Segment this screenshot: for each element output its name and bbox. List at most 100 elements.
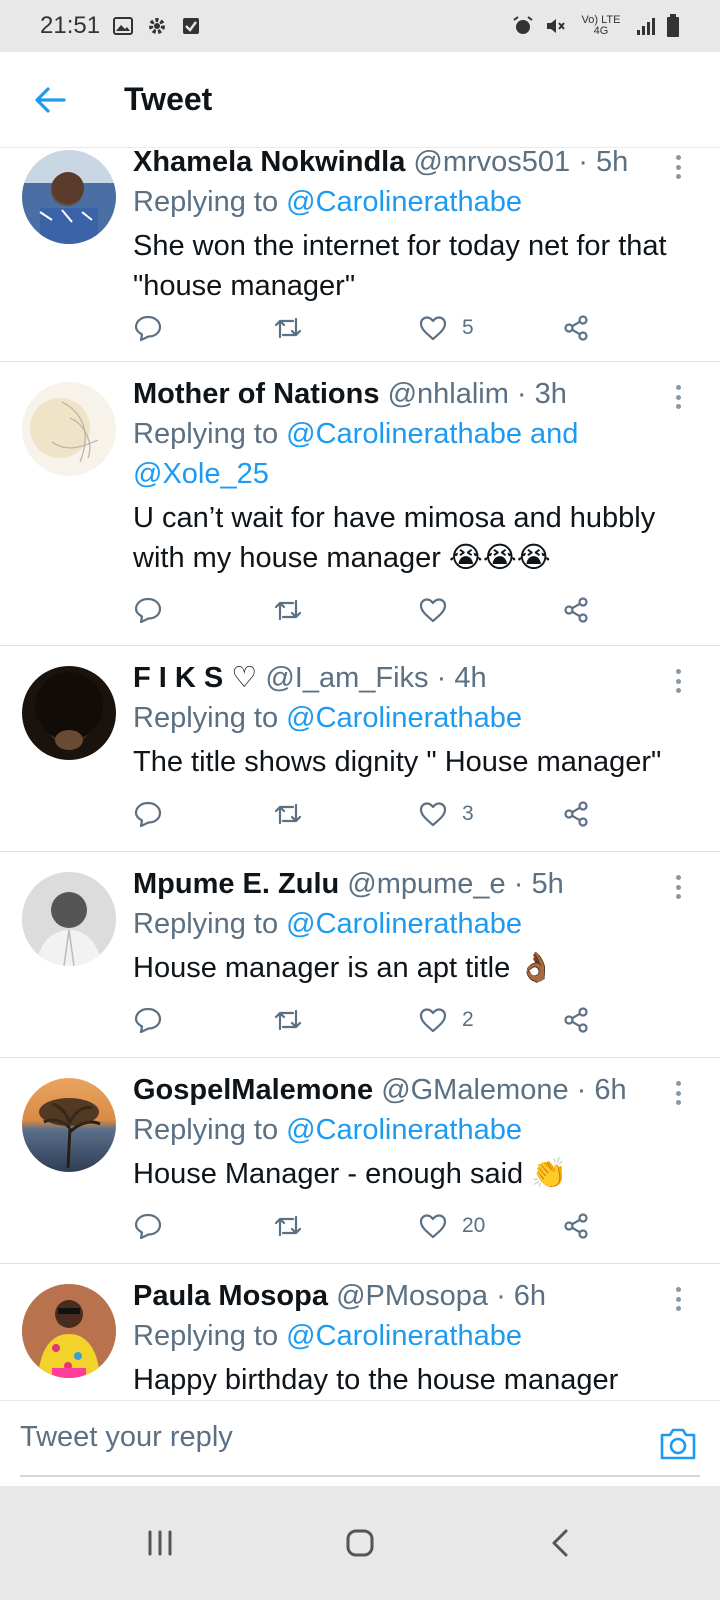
tweet-actions: 5	[133, 308, 613, 348]
author-name[interactable]: Paula Mosopa	[133, 1280, 328, 1312]
reply-button[interactable]	[133, 590, 163, 630]
share-icon	[564, 1007, 588, 1033]
share-icon	[564, 597, 588, 623]
tweet-header: GospelMalemone @GMalemone · 6h	[133, 1070, 700, 1110]
replies-feed[interactable]: Xhamela Nokwindla @mrvos501 · 5h Replyin…	[0, 148, 720, 1428]
author-name[interactable]: GospelMalemone	[133, 1074, 373, 1106]
tweet-item[interactable]: Xhamela Nokwindla @mrvos501 · 5h Replyin…	[0, 148, 720, 362]
tweet-item[interactable]: GospelMalemone @GMalemone · 6h Replying …	[0, 1058, 720, 1264]
like-button[interactable]: 5	[418, 308, 474, 348]
author-name[interactable]: Mpume E. Zulu	[133, 868, 339, 900]
retweet-button[interactable]	[273, 1000, 303, 1040]
share-icon	[564, 315, 588, 341]
like-button[interactable]: 3	[418, 794, 474, 834]
replying-to: Replying to @Carolinerathabe	[133, 1110, 700, 1150]
home-button[interactable]	[330, 1513, 390, 1573]
tweet-more-button[interactable]	[666, 152, 690, 182]
avatar[interactable]	[22, 666, 116, 760]
author-handle-time: @nhlalim · 3h	[387, 378, 567, 410]
mention-link[interactable]: @Carolinerathabe	[286, 908, 522, 940]
like-button[interactable]: 20	[418, 1206, 485, 1246]
comment-icon	[134, 801, 162, 828]
share-button[interactable]	[561, 308, 591, 348]
more-dot	[675, 174, 681, 179]
retweet-button[interactable]	[273, 590, 303, 630]
tweet-more-button[interactable]	[666, 872, 690, 902]
reply-input-underline	[20, 1475, 700, 1477]
avatar[interactable]	[22, 872, 116, 966]
retweet-button[interactable]	[273, 794, 303, 834]
avatar[interactable]	[22, 150, 116, 244]
mention-link[interactable]: @Carolinerathabe	[286, 1320, 522, 1352]
arrow-left-icon	[35, 86, 66, 113]
recent-apps-button[interactable]	[130, 1513, 190, 1573]
author-name[interactable]: Mother of Nations	[133, 378, 380, 410]
tweet-item[interactable]: F I K S ♡ @I_am_Fiks · 4h Replying to @C…	[0, 646, 720, 852]
heart-icon	[419, 598, 447, 623]
system-back-button[interactable]	[530, 1513, 590, 1573]
author-handle-time: @I_am_Fiks · 4h	[265, 662, 487, 694]
comment-icon	[134, 315, 162, 342]
replying-to: Replying to @Carolinerathabe and @Xole_2…	[133, 414, 700, 494]
reply-button[interactable]	[133, 1000, 163, 1040]
tweet-more-button[interactable]	[666, 382, 690, 412]
share-button[interactable]	[561, 1206, 591, 1246]
like-button[interactable]	[418, 590, 462, 630]
tweet-item[interactable]: Mother of Nations @nhlalim · 3h Replying…	[0, 362, 720, 646]
home-icon	[346, 1529, 374, 1557]
mention-link[interactable]: @Carolinerathabe	[286, 702, 522, 734]
like-count: 20	[462, 1214, 486, 1237]
mute-icon	[544, 15, 566, 37]
replying-to-label: Replying to	[133, 1320, 287, 1352]
back-button[interactable]	[0, 52, 100, 148]
retweet-button[interactable]	[273, 308, 303, 348]
reply-input[interactable]: Tweet your reply	[20, 1421, 233, 1454]
replying-to-label: Replying to	[133, 186, 287, 218]
retweet-icon	[274, 317, 302, 339]
camera-icon	[660, 1428, 696, 1460]
more-dot	[675, 688, 681, 693]
share-button[interactable]	[561, 794, 591, 834]
reply-button[interactable]	[133, 794, 163, 834]
avatar[interactable]	[22, 1284, 116, 1378]
author-name[interactable]: Xhamela Nokwindla	[133, 148, 405, 178]
tweet-more-button[interactable]	[666, 1078, 690, 1108]
tweet-body: Paula Mosopa @PMosopa · 6h Replying to @…	[133, 1276, 700, 1400]
retweet-icon	[274, 1215, 302, 1237]
more-dot	[675, 678, 681, 684]
more-vertical-icon	[675, 1287, 681, 1292]
share-icon	[564, 1213, 588, 1239]
status-right: Vo) LTE 4G	[512, 14, 680, 38]
mention-link[interactable]: @Carolinerathabe	[286, 186, 522, 218]
share-button[interactable]	[561, 1000, 591, 1040]
mention-link[interactable]: @Carolinerathabe	[286, 1114, 522, 1146]
tweet-more-button[interactable]	[666, 1284, 690, 1314]
share-icon	[564, 801, 588, 827]
system-nav-bar	[0, 1486, 720, 1600]
replying-to-label: Replying to	[133, 702, 287, 734]
tweet-header: Mpume E. Zulu @mpume_e · 5h	[133, 864, 700, 904]
reply-button[interactable]	[133, 308, 163, 348]
camera-button[interactable]	[658, 1425, 698, 1463]
tweet-header: F I K S ♡ @I_am_Fiks · 4h	[133, 658, 700, 698]
like-count: 3	[462, 802, 474, 825]
settings-gear-icon	[146, 15, 168, 37]
more-vertical-icon	[675, 875, 681, 880]
reply-button[interactable]	[133, 1206, 163, 1246]
share-button[interactable]	[561, 590, 591, 630]
mention-link[interactable]: @Xole_25	[133, 458, 269, 490]
replying-to-label: Replying to	[133, 1114, 287, 1146]
tweet-item[interactable]: Mpume E. Zulu @mpume_e · 5h Replying to …	[0, 852, 720, 1058]
signal-icon	[636, 16, 656, 36]
avatar[interactable]	[22, 1078, 116, 1172]
tweet-header: Mother of Nations @nhlalim · 3h	[133, 374, 700, 414]
mention-link[interactable]: @Carolinerathabe and	[286, 418, 578, 450]
battery-icon	[666, 14, 680, 38]
retweet-button[interactable]	[273, 1206, 303, 1246]
like-button[interactable]: 2	[418, 1000, 474, 1040]
author-name[interactable]: F I K S ♡	[133, 662, 257, 694]
reply-composer: Tweet your reply	[0, 1400, 720, 1486]
avatar[interactable]	[22, 382, 116, 476]
tweet-more-button[interactable]	[666, 666, 690, 696]
page-title: Tweet	[124, 81, 213, 117]
